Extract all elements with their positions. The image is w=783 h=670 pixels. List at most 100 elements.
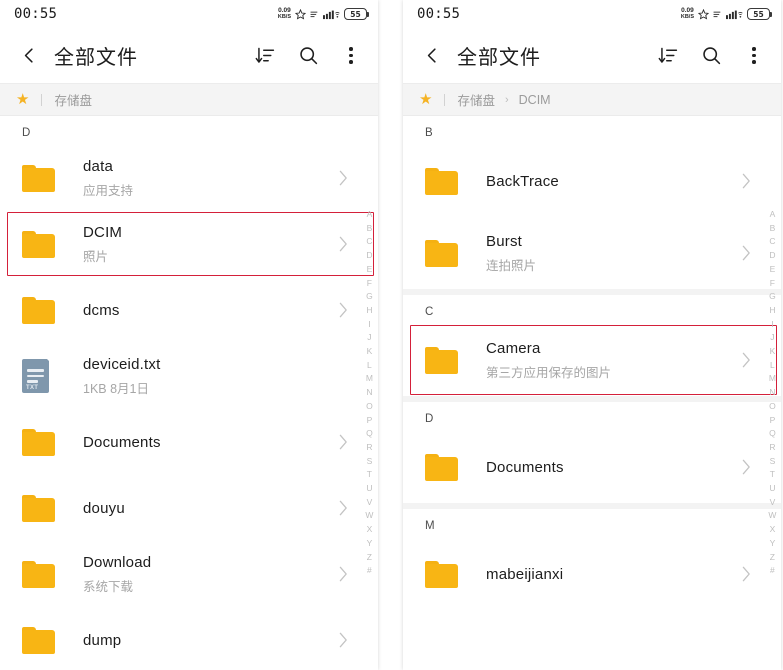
- status-indicators: 0.09 KB/S 55: [278, 7, 369, 20]
- alpha-index-letter[interactable]: K: [364, 345, 375, 359]
- alpha-index-letter[interactable]: B: [767, 222, 778, 236]
- sort-button[interactable]: [655, 43, 681, 69]
- chevron-left-icon: [427, 48, 436, 63]
- alpha-index-letter[interactable]: M: [364, 372, 375, 386]
- alpha-index-letter[interactable]: Z: [767, 551, 778, 565]
- alpha-index-letter[interactable]: O: [364, 400, 375, 414]
- alpha-index-letter[interactable]: G: [364, 290, 375, 304]
- alpha-index-letter[interactable]: V: [364, 496, 375, 510]
- chevron-right-icon: [742, 245, 751, 261]
- folder-icon: [425, 167, 458, 195]
- status-clock: 00:55: [14, 6, 58, 22]
- alpha-index-letter[interactable]: R: [364, 441, 375, 455]
- back-button[interactable]: [12, 39, 46, 73]
- battery-icon: 55: [747, 8, 772, 20]
- alpha-index-letter[interactable]: I: [767, 318, 778, 332]
- file-name: mabeijianxi: [486, 565, 564, 583]
- alpha-index-letter[interactable]: B: [364, 222, 375, 236]
- alpha-index-letter[interactable]: L: [767, 359, 778, 373]
- file-row-deviceid-txt[interactable]: TXT deviceid.txt 1KB 8月1日: [0, 343, 378, 409]
- alpha-index-letter[interactable]: E: [767, 263, 778, 277]
- alpha-index-letter[interactable]: O: [767, 400, 778, 414]
- alpha-index-letter[interactable]: V: [767, 496, 778, 510]
- file-row-documents[interactable]: Documents: [403, 431, 781, 503]
- file-row-text: Burst 连拍照片: [486, 233, 734, 274]
- alpha-index-letter[interactable]: H: [767, 304, 778, 318]
- file-row-text: DCIM 照片: [83, 224, 331, 265]
- breadcrumb-item-root[interactable]: 存储盘: [54, 90, 92, 109]
- alpha-index-letter[interactable]: Q: [767, 427, 778, 441]
- alpha-index-letter[interactable]: N: [364, 386, 375, 400]
- search-button[interactable]: [295, 43, 321, 69]
- alphabet-index-right[interactable]: A B C D E F G H I J K L M N O P Q R S T: [767, 208, 778, 578]
- alpha-index-letter[interactable]: #: [364, 564, 375, 578]
- alpha-index-letter[interactable]: T: [767, 468, 778, 482]
- alpha-index-letter[interactable]: D: [364, 249, 375, 263]
- alpha-index-letter[interactable]: J: [767, 331, 778, 345]
- alpha-index-letter[interactable]: S: [364, 455, 375, 469]
- file-subtitle: 第三方应用保存的图片: [486, 365, 612, 380]
- alpha-index-letter[interactable]: P: [767, 414, 778, 428]
- overflow-menu-button[interactable]: [741, 43, 767, 69]
- file-list-right[interactable]: B BackTrace Burst 连拍照片 C Camera 第三方应用保存的…: [403, 116, 781, 670]
- alpha-index-letter[interactable]: C: [364, 235, 375, 249]
- file-row-dcms[interactable]: dcms: [0, 277, 378, 343]
- alpha-index-letter[interactable]: K: [767, 345, 778, 359]
- file-row-data[interactable]: data 应用支持: [0, 145, 378, 211]
- alpha-index-letter[interactable]: F: [364, 277, 375, 291]
- file-list-left[interactable]: D data 应用支持 DCIM 照片 dcms TXT deviceid.tx…: [0, 116, 378, 670]
- overflow-menu-button[interactable]: [338, 43, 364, 69]
- alpha-index-letter[interactable]: I: [364, 318, 375, 332]
- alpha-index-letter[interactable]: N: [767, 386, 778, 400]
- alpha-index-letter[interactable]: Z: [364, 551, 375, 565]
- alpha-index-letter[interactable]: L: [364, 359, 375, 373]
- folder-icon: [425, 239, 458, 267]
- breadcrumb-item-root[interactable]: 存储盘: [457, 90, 495, 109]
- alpha-index-letter[interactable]: A: [767, 208, 778, 222]
- breadcrumb-item-dcim[interactable]: DCIM: [519, 93, 551, 107]
- alpha-index-letter[interactable]: X: [364, 523, 375, 537]
- alpha-index-letter[interactable]: J: [364, 331, 375, 345]
- alpha-index-letter[interactable]: Y: [767, 537, 778, 551]
- star-filled-icon[interactable]: ★: [16, 92, 29, 107]
- file-row-download[interactable]: Download 系统下载: [0, 541, 378, 607]
- alpha-index-letter[interactable]: D: [767, 249, 778, 263]
- alpha-index-letter[interactable]: A: [364, 208, 375, 222]
- alpha-index-letter[interactable]: U: [767, 482, 778, 496]
- folder-icon: [425, 346, 458, 374]
- alpha-index-letter[interactable]: E: [364, 263, 375, 277]
- status-indicators: 0.09 KB/S 55: [681, 7, 772, 20]
- alpha-index-letter[interactable]: W: [767, 509, 778, 523]
- chevron-right-icon: [339, 434, 348, 450]
- alpha-index-letter[interactable]: P: [364, 414, 375, 428]
- alpha-index-letter[interactable]: Q: [364, 427, 375, 441]
- file-row-dump[interactable]: dump: [0, 607, 378, 670]
- alpha-index-letter[interactable]: T: [364, 468, 375, 482]
- alpha-index-letter[interactable]: S: [767, 455, 778, 469]
- file-row-text: dcms: [83, 302, 331, 319]
- file-row-backtrace[interactable]: BackTrace: [403, 145, 781, 217]
- file-row-documents[interactable]: Documents: [0, 409, 378, 475]
- alpha-index-letter[interactable]: C: [767, 235, 778, 249]
- alpha-index-letter[interactable]: G: [767, 290, 778, 304]
- alpha-index-letter[interactable]: U: [364, 482, 375, 496]
- alpha-index-letter[interactable]: X: [767, 523, 778, 537]
- search-button[interactable]: [698, 43, 724, 69]
- back-button[interactable]: [415, 39, 449, 73]
- file-row-camera[interactable]: Camera 第三方应用保存的图片: [403, 324, 781, 396]
- file-row-mabeijianxi[interactable]: mabeijianxi: [403, 538, 781, 610]
- sort-button[interactable]: [252, 43, 278, 69]
- chevron-right-icon: [339, 302, 348, 318]
- file-row-dcim[interactable]: DCIM 照片: [0, 211, 378, 277]
- alpha-index-letter[interactable]: H: [364, 304, 375, 318]
- alpha-index-letter[interactable]: F: [767, 277, 778, 291]
- alpha-index-letter[interactable]: Y: [364, 537, 375, 551]
- alpha-index-letter[interactable]: R: [767, 441, 778, 455]
- file-row-burst[interactable]: Burst 连拍照片: [403, 217, 781, 289]
- file-row-douyu[interactable]: douyu: [0, 475, 378, 541]
- star-filled-icon[interactable]: ★: [419, 92, 432, 107]
- alpha-index-letter[interactable]: W: [364, 509, 375, 523]
- alpha-index-letter[interactable]: #: [767, 564, 778, 578]
- alphabet-index-left[interactable]: A B C D E F G H I J K L M N O P Q R S T: [364, 208, 375, 578]
- alpha-index-letter[interactable]: M: [767, 372, 778, 386]
